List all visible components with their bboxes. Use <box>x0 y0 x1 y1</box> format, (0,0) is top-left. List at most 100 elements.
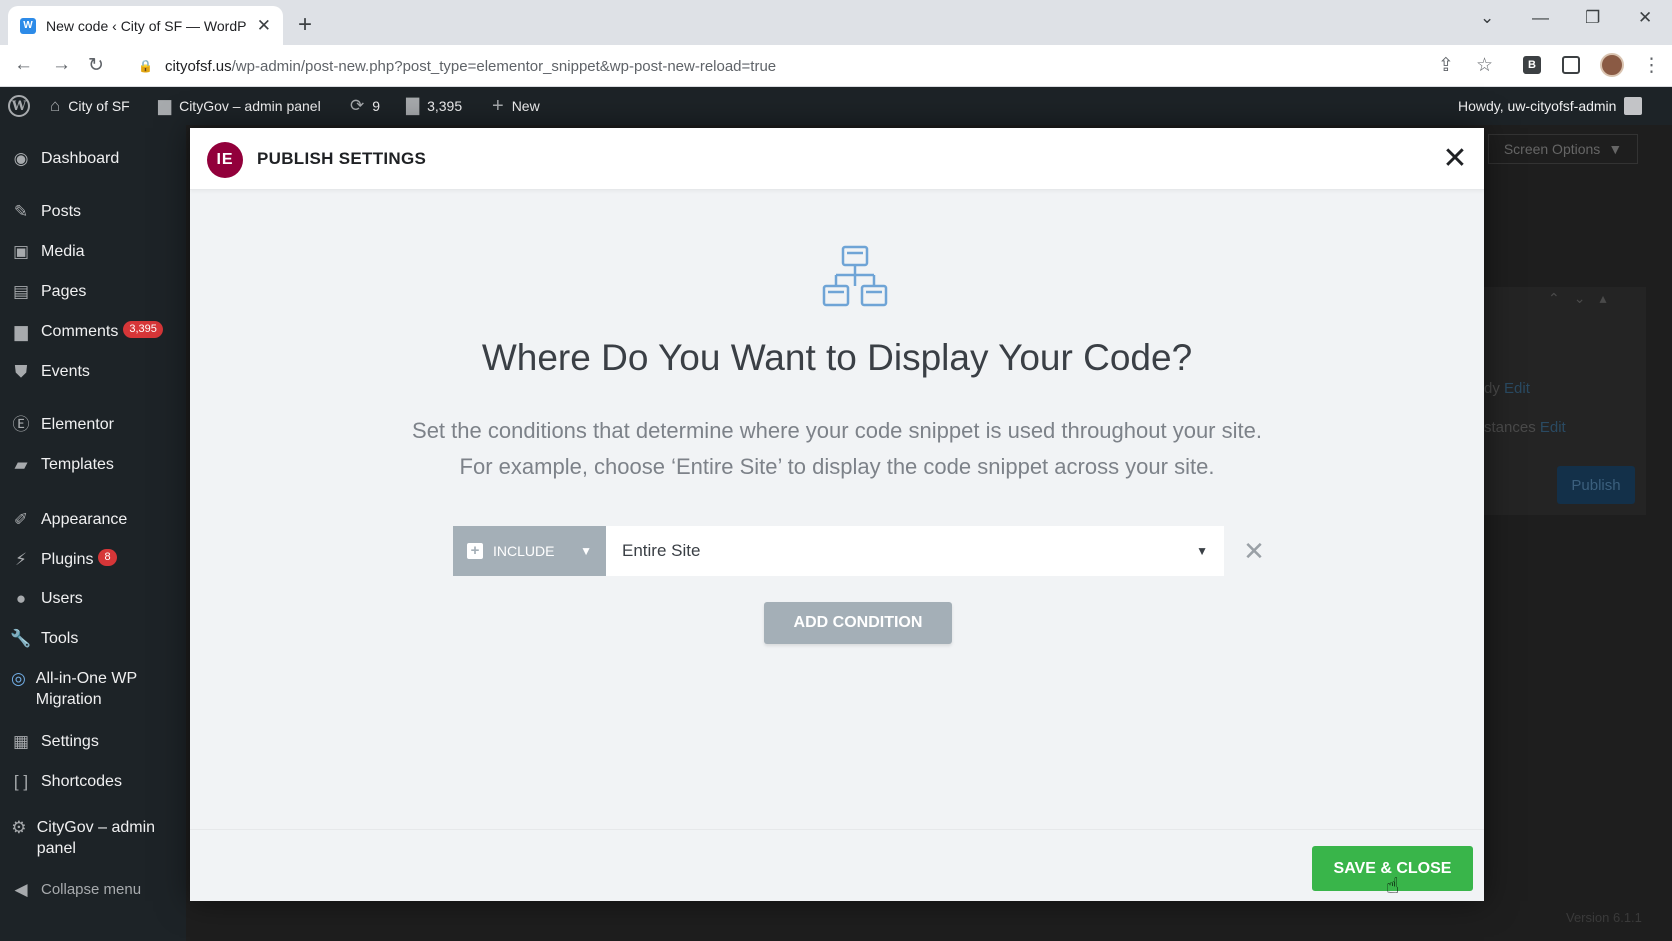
caret-down-icon: ▼ <box>580 544 592 558</box>
comment-icon: ▆ <box>14 322 28 341</box>
back-icon[interactable]: ← <box>14 54 33 76</box>
profile-avatar[interactable] <box>1600 53 1624 77</box>
comments-count-badge: 3,395 <box>123 321 163 338</box>
bookmark-star-icon[interactable]: ☆ <box>1476 54 1493 77</box>
home-icon: ⌂ <box>50 96 61 115</box>
sidebar-item-label: Media <box>41 243 85 260</box>
collapse-menu-label: Collapse menu <box>41 881 142 898</box>
updates-link[interactable]: ⟳ 9 <box>350 87 380 125</box>
events-icon: ⛊ <box>14 362 28 381</box>
sidebar-item-tools[interactable]: 🔧 Tools <box>0 628 186 649</box>
add-condition-button[interactable]: ADD CONDITION <box>764 602 952 644</box>
wrench-icon: 🔧 <box>10 629 32 648</box>
sidebar-item-appearance[interactable]: ✐ Appearance <box>0 509 186 530</box>
sidebar-item-pages[interactable]: ▤ Pages <box>0 281 186 302</box>
sidebar-item-citygov-admin-panel[interactable]: ⚙ CityGov – admin panel <box>0 817 170 859</box>
lock-icon: 🔒 <box>138 59 153 73</box>
share-icon[interactable]: ⇪ <box>1438 54 1454 77</box>
restore-icon[interactable]: ❐ <box>1585 8 1600 28</box>
sidepanel-icon[interactable] <box>1562 56 1580 74</box>
condition-target-select[interactable]: Entire Site ▼ <box>606 526 1224 576</box>
new-content-link[interactable]: + New <box>492 87 540 125</box>
window-close-icon[interactable]: ✕ <box>1638 8 1652 28</box>
sidebar-item-plugins[interactable]: ⚡ Plugins 8 <box>0 549 186 570</box>
browser-menu-icon[interactable]: ⋮ <box>1642 54 1661 77</box>
pin-icon: ✎ <box>13 202 29 221</box>
screen-options-label: Screen Options <box>1503 141 1601 157</box>
sidebar-item-label: Plugins <box>41 551 94 568</box>
new-label: New <box>511 98 540 114</box>
caret-down-icon: ▼ <box>1196 544 1208 558</box>
plus-icon: + <box>492 94 504 117</box>
my-account-link[interactable]: Howdy, uw-cityofsf-admin <box>1458 87 1643 125</box>
sitemap-icon <box>822 245 888 307</box>
sidebar-item-posts[interactable]: ✎ Posts <box>0 201 186 222</box>
brackets-icon: [ ] <box>13 772 29 791</box>
comment-icon: ▇ <box>406 96 420 115</box>
address-bar[interactable]: 🔒 cityofsf.us/wp-admin/post-new.php?post… <box>126 51 1506 81</box>
sidebar-item-events[interactable]: ⛊ Events <box>0 361 186 382</box>
comments-link[interactable]: ▇ 3,395 <box>406 87 462 125</box>
sidebar-item-label: Elementor <box>41 416 114 433</box>
sidebar-item-settings[interactable]: ▦ Settings <box>0 731 186 752</box>
wordpress-favicon-icon: W <box>20 17 36 34</box>
publish-settings-modal: IE PUBLISH SETTINGS ✕ Where Do You Want … <box>190 128 1484 901</box>
background-row-2-text: stances <box>1484 419 1536 436</box>
sidebar-item-label: Events <box>41 363 90 380</box>
updates-count: 9 <box>372 98 381 114</box>
modal-footer: SAVE & CLOSE ☝ <box>190 829 1484 901</box>
panel-arrows-icon: ⌃⌄▴ <box>1548 290 1621 306</box>
site-name: City of SF <box>68 98 130 114</box>
sidebar-item-label: Shortcodes <box>41 773 122 790</box>
sidebar-item-media[interactable]: ▣ Media <box>0 241 186 262</box>
sidebar-item-all-in-one-wp-migration[interactable]: ◎ All-in-One WP Migration <box>0 668 170 710</box>
sidebar-item-comments[interactable]: ▆ Comments 3,395 <box>0 321 186 342</box>
panel-link[interactable]: ▆ CityGov – admin panel <box>158 87 321 125</box>
screen-options-button: Screen Options ▼ <box>1488 134 1638 164</box>
wp-logo-menu[interactable]: W <box>8 87 30 125</box>
background-row-1-text: dy <box>1484 380 1500 397</box>
browser-tabstrip: W New code ‹ City of SF — WordPr ✕ + ⌄ —… <box>0 0 1672 45</box>
wordpress-logo-icon: W <box>8 95 30 117</box>
sidebar-item-elementor[interactable]: Ⓔ Elementor <box>0 414 186 435</box>
condition-type-label: INCLUDE <box>493 543 555 559</box>
collapse-menu-button[interactable]: ◀ Collapse menu <box>0 879 186 900</box>
panel-name: CityGov – admin panel <box>179 98 321 114</box>
modal-header: IE PUBLISH SETTINGS ✕ <box>190 128 1484 190</box>
sidebar-item-templates[interactable]: ▰ Templates <box>0 454 186 475</box>
dashboard-icon: ◉ <box>13 149 29 168</box>
tab-title: New code ‹ City of SF — WordPr <box>46 17 247 34</box>
site-name-link[interactable]: ⌂ City of SF <box>50 87 130 125</box>
user-avatar <box>1624 97 1643 115</box>
browser-tab[interactable]: W New code ‹ City of SF — WordPr ✕ <box>8 6 283 45</box>
collapse-arrow-icon: ◀ <box>14 880 28 899</box>
sidebar-item-shortcodes[interactable]: [ ] Shortcodes <box>0 771 186 792</box>
migration-icon: ◎ <box>10 669 26 688</box>
sidebar-item-label: Users <box>41 590 83 607</box>
modal-close-button[interactable]: ✕ <box>1440 142 1470 175</box>
minimize-icon[interactable]: — <box>1532 8 1549 28</box>
tab-close-icon[interactable]: ✕ <box>257 16 271 36</box>
howdy-text: Howdy, uw-cityofsf-admin <box>1458 98 1617 114</box>
forward-icon[interactable]: → <box>52 54 71 76</box>
elementor-logo-icon: IE <box>207 142 243 178</box>
plugin-icon: ⚡ <box>15 550 27 569</box>
tab-search-chevron-icon[interactable]: ⌄ <box>1480 8 1494 28</box>
reload-icon[interactable]: ↻ <box>88 54 104 77</box>
sidebar-item-dashboard[interactable]: ◉ Dashboard <box>0 148 186 169</box>
sidebar-item-label: Tools <box>41 630 79 647</box>
sidebar-item-users[interactable]: ● Users <box>0 588 186 609</box>
condition-target-value: Entire Site <box>622 541 701 560</box>
modal-headline: Where Do You Want to Display Your Code? <box>481 337 1193 378</box>
wp-version: Version 6.1.1 <box>1566 910 1642 925</box>
extension-icon[interactable]: B <box>1523 56 1541 74</box>
plugins-count-badge: 8 <box>98 549 117 566</box>
browser-toolbar: ← → ↻ 🔒 cityofsf.us/wp-admin/post-new.ph… <box>0 45 1672 87</box>
background-row-2: stances Edit <box>1484 419 1566 436</box>
condition-type-select[interactable]: + INCLUDE ▼ <box>453 526 606 576</box>
sidebar-item-label: Dashboard <box>41 150 120 167</box>
remove-condition-button[interactable]: ✕ <box>1238 535 1270 567</box>
new-tab-icon[interactable]: + <box>298 11 312 39</box>
sidebar-item-label: Pages <box>41 283 87 300</box>
settings-icon: ▦ <box>12 732 30 751</box>
